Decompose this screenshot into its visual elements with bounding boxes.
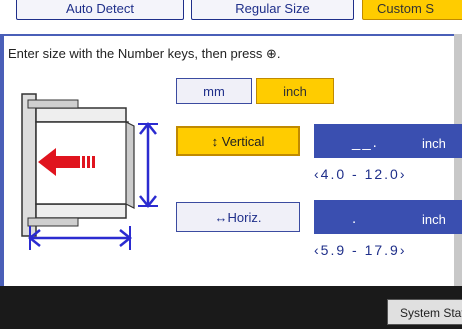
horizontal-size-field[interactable]: . inch: [314, 200, 462, 234]
horizontal-range: ‹5.9 - 17.9›: [314, 242, 407, 258]
vertical-size-field[interactable]: __. inch: [314, 124, 462, 158]
horizontal-dimension-arrow-icon: [27, 226, 133, 250]
horizontal-button[interactable]: ↔Horiz.: [176, 202, 300, 232]
right-frame-border: [454, 34, 462, 286]
tab-auto-detect[interactable]: Auto Detect: [16, 0, 184, 20]
header-separator: [0, 34, 462, 36]
paper-size-diagram: [21, 93, 158, 250]
mm-button[interactable]: mm: [176, 78, 252, 104]
instruction-text: Enter size with the Number keys, then pr…: [8, 46, 281, 61]
vertical-button[interactable]: ↕ Vertical: [176, 126, 300, 156]
tab-regular-size[interactable]: Regular Size: [191, 0, 354, 20]
vertical-unit: inch: [422, 136, 446, 151]
tab-strip: Auto Detect Regular Size Custom S: [0, 0, 462, 26]
vertical-value: __.: [352, 134, 379, 151]
vertical-dimension-arrow-icon: [138, 121, 158, 209]
left-frame-border: [0, 36, 4, 286]
horizontal-unit: inch: [422, 212, 446, 227]
horizontal-value: .: [352, 210, 359, 227]
tab-custom-size[interactable]: Custom S: [362, 0, 462, 20]
vertical-range: ‹4.0 - 12.0›: [314, 166, 407, 182]
inch-button[interactable]: inch: [256, 78, 334, 104]
system-status-button[interactable]: System Statu: [387, 299, 462, 325]
